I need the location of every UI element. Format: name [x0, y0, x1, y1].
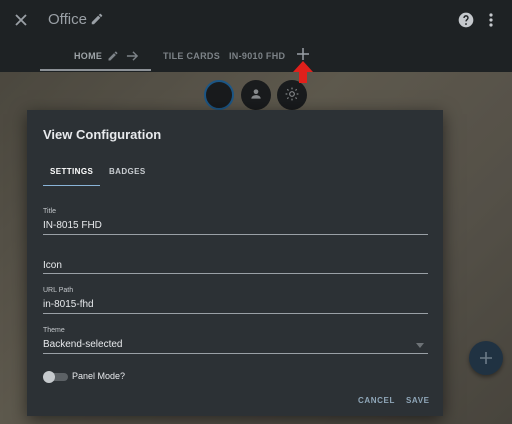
theme-select[interactable]: Backend-selected [43, 339, 123, 350]
url-path-field-label: URL Path [43, 287, 74, 294]
close-icon[interactable] [11, 10, 31, 30]
dialog-title: View Configuration [43, 127, 162, 142]
tab-home[interactable]: HOME [74, 51, 102, 61]
title-field-label: Title [43, 208, 56, 215]
dashboard-title: Office [48, 11, 87, 28]
pencil-icon[interactable] [107, 50, 119, 62]
add-view-icon[interactable] [296, 47, 310, 61]
toggle-knob [43, 371, 55, 383]
panel-mode-label: Panel Mode? [72, 371, 126, 381]
panel-mode-toggle[interactable] [43, 371, 68, 383]
more-vert-icon[interactable] [484, 12, 498, 28]
title-field[interactable]: IN-8015 FHD [43, 220, 102, 231]
theme-select-label: Theme [43, 327, 65, 334]
theme-select-underline [43, 353, 428, 354]
url-path-field-underline [43, 313, 428, 314]
title-field-underline [43, 234, 428, 235]
url-path-field[interactable]: in-8015-fhd [43, 299, 94, 310]
tab-in-9010-fhd[interactable]: IN-9010 FHD [229, 51, 285, 61]
pencil-icon[interactable] [90, 12, 104, 26]
arrow-right-icon[interactable] [126, 50, 139, 62]
tab-settings[interactable]: SETTINGS [50, 167, 93, 176]
view-configuration-dialog: View Configuration SETTINGS BADGES Title… [27, 110, 443, 416]
tab-home-indicator [40, 69, 151, 71]
cancel-button[interactable]: CANCEL [358, 396, 395, 405]
chevron-down-icon[interactable] [416, 343, 424, 348]
annotation-arrow-icon [293, 61, 313, 83]
tab-badges[interactable]: BADGES [109, 167, 146, 176]
icon-field-underline [43, 273, 428, 274]
icon-field[interactable]: Icon [43, 260, 62, 271]
save-button[interactable]: SAVE [406, 396, 430, 405]
tab-tile-cards[interactable]: TILE CARDS [163, 51, 220, 61]
top-app-bar: Office HOME TILE CARDS IN-9010 FHD [0, 0, 512, 72]
tab-settings-indicator [43, 185, 100, 186]
help-icon[interactable] [458, 12, 474, 28]
